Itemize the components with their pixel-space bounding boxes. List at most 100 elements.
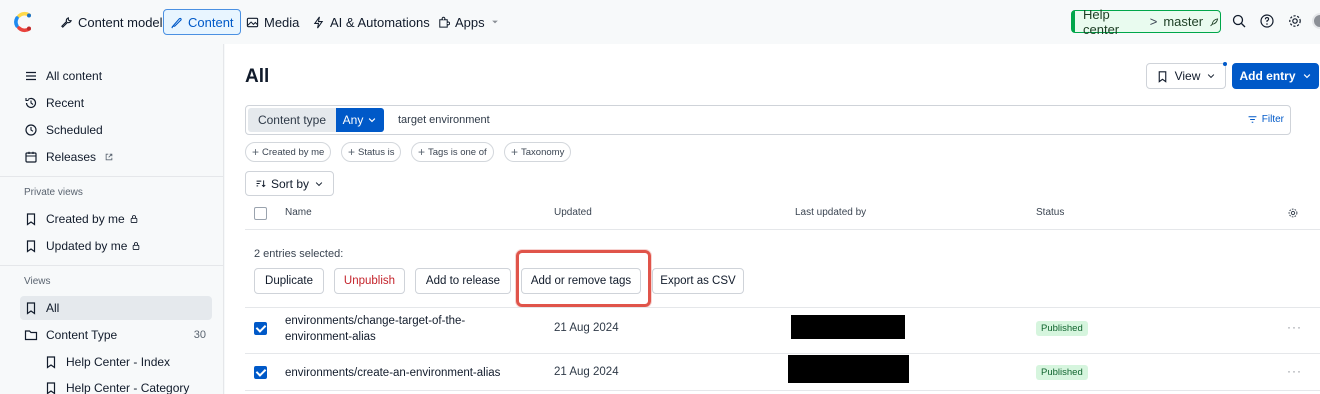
plus-icon: + — [252, 145, 260, 159]
entry-name-line: environments/create-an-environment-alias — [285, 367, 501, 379]
entry-name[interactable]: environments/change-target-of-the- envir… — [285, 313, 465, 345]
column-header-updated[interactable]: Updated — [554, 207, 592, 218]
sort-by-button[interactable]: Sort by — [245, 171, 334, 196]
gear-icon[interactable] — [1287, 13, 1303, 29]
plus-icon: + — [418, 145, 426, 159]
sidebar-item-label: All content — [46, 69, 103, 83]
duplicate-button[interactable]: Duplicate — [254, 268, 324, 294]
nav-content-model-label: Content model — [78, 14, 163, 30]
add-entry-label: Add entry — [1239, 69, 1296, 83]
history-icon — [25, 97, 37, 109]
search-icon[interactable] — [1231, 13, 1247, 29]
sidebar-item-help-center-category[interactable]: Help Center - Category — [40, 376, 212, 394]
status-badge: Published — [1036, 321, 1088, 336]
nav-ai-automations[interactable]: AI & Automations — [306, 9, 436, 35]
chip-label: Taxonomy — [521, 146, 565, 158]
add-entry-button[interactable]: Add entry — [1232, 63, 1319, 89]
filter-icon — [1248, 116, 1257, 123]
nav-apps[interactable]: Apps — [431, 9, 506, 35]
row-checkbox[interactable] — [254, 322, 267, 335]
highlight-annotation — [516, 250, 651, 307]
sidebar-item-updated-by-me[interactable]: Updated by me — [20, 234, 212, 258]
filter-button[interactable]: Filter — [1247, 114, 1284, 125]
chip-status-is[interactable]: + Status is — [341, 142, 402, 162]
bookmark-icon — [26, 213, 36, 226]
sidebar-item-label: Created by me — [46, 212, 125, 226]
table-divider — [245, 307, 1320, 308]
bookmark-icon — [26, 240, 36, 253]
sidebar-item-label: Recent — [46, 96, 85, 110]
view-button-label: View — [1174, 69, 1201, 83]
nav-apps-label: Apps — [455, 14, 485, 30]
top-navigation-bar: Content model Content Media AI & Automat… — [0, 0, 1320, 44]
sidebar-item-help-center-index[interactable]: Help Center - Index — [40, 350, 212, 374]
bookmark-icon — [46, 356, 56, 369]
column-header-name[interactable]: Name — [285, 207, 312, 218]
gear-icon[interactable] — [1287, 207, 1299, 219]
main-content: All View Add entry Content type Any targ… — [225, 44, 1320, 394]
status-badge: Published — [1036, 365, 1088, 380]
chip-created-by-me[interactable]: + Created by me — [245, 142, 332, 162]
content-type-value: Any — [342, 113, 364, 127]
sidebar-item-label: Scheduled — [46, 123, 103, 137]
filter-label: Filter — [1261, 114, 1284, 125]
nav-content[interactable]: Content — [163, 9, 241, 35]
column-header-last-updated-by[interactable]: Last updated by — [795, 207, 866, 218]
bookmark-icon — [26, 302, 36, 315]
add-to-release-button[interactable]: Add to release — [415, 268, 511, 294]
entry-name-line: environment-alias — [285, 331, 376, 343]
contentful-logo-icon[interactable] — [12, 11, 34, 33]
sidebar-item-recent[interactable]: Recent — [20, 91, 212, 115]
selection-count-text: 2 entries selected: — [254, 248, 344, 260]
chevron-down-icon — [1303, 74, 1310, 79]
plus-icon: + — [511, 145, 519, 159]
nav-media[interactable]: Media — [240, 9, 305, 35]
search-bar[interactable]: Content type Any target environment Filt… — [245, 105, 1291, 135]
folder-icon — [24, 330, 38, 341]
list-icon — [26, 71, 36, 81]
calendar-icon — [25, 151, 37, 163]
private-views-heading: Private views — [24, 187, 83, 198]
sidebar-item-label: All — [46, 301, 60, 315]
plus-icon: + — [348, 145, 356, 159]
environment-separator: > — [1149, 14, 1158, 29]
help-icon[interactable] — [1259, 13, 1275, 29]
column-header-status[interactable]: Status — [1036, 207, 1064, 218]
export-csv-button[interactable]: Export as CSV — [652, 268, 744, 294]
environment-switcher[interactable]: Help center > master — [1071, 7, 1221, 37]
table-divider — [245, 390, 1320, 391]
entry-updated: 21 Aug 2024 — [554, 366, 619, 378]
sidebar-item-content-type-folder[interactable]: Content Type 30 — [20, 323, 212, 347]
row-checkbox[interactable] — [254, 366, 267, 379]
select-all-checkbox[interactable] — [254, 207, 267, 220]
sidebar-item-all[interactable]: All — [20, 296, 212, 320]
sidebar-item-label: Help Center - Index — [66, 355, 171, 369]
sidebar-item-releases[interactable]: Releases — [20, 145, 212, 169]
unpublish-button[interactable]: Unpublish — [334, 268, 405, 294]
rocket-icon — [1210, 17, 1219, 26]
sidebar-item-label: Updated by me — [46, 239, 128, 253]
search-input[interactable]: target environment — [398, 114, 490, 126]
sidebar: All content Recent Scheduled Releases Pr… — [0, 44, 224, 394]
external-link-icon — [105, 153, 113, 161]
sidebar-item-created-by-me[interactable]: Created by me — [20, 207, 212, 231]
view-button[interactable]: View — [1146, 63, 1226, 89]
chip-label: Tags is one of — [428, 146, 487, 158]
avatar[interactable] — [1312, 13, 1320, 29]
entry-updated: 21 Aug 2024 — [554, 322, 619, 334]
entry-name[interactable]: environments/create-an-environment-alias — [285, 365, 500, 381]
nav-content-model[interactable]: Content model — [54, 9, 169, 35]
sidebar-item-all-content[interactable]: All content — [20, 64, 212, 88]
wrench-icon — [61, 16, 72, 28]
chip-taxonomy[interactable]: + Taxonomy — [504, 142, 572, 162]
more-options-icon[interactable]: ··· — [1287, 364, 1302, 378]
chevron-down-icon — [315, 181, 323, 186]
lightning-icon — [313, 16, 324, 28]
sidebar-item-label: Releases — [46, 150, 97, 164]
sidebar-item-scheduled[interactable]: Scheduled — [20, 118, 212, 142]
sort-by-label: Sort by — [270, 176, 309, 191]
chip-tags-is-one-of[interactable]: + Tags is one of — [411, 142, 494, 162]
content-type-dropdown[interactable]: Any — [336, 108, 384, 132]
more-options-icon[interactable]: ··· — [1287, 320, 1302, 334]
chevron-down-icon — [491, 20, 498, 24]
